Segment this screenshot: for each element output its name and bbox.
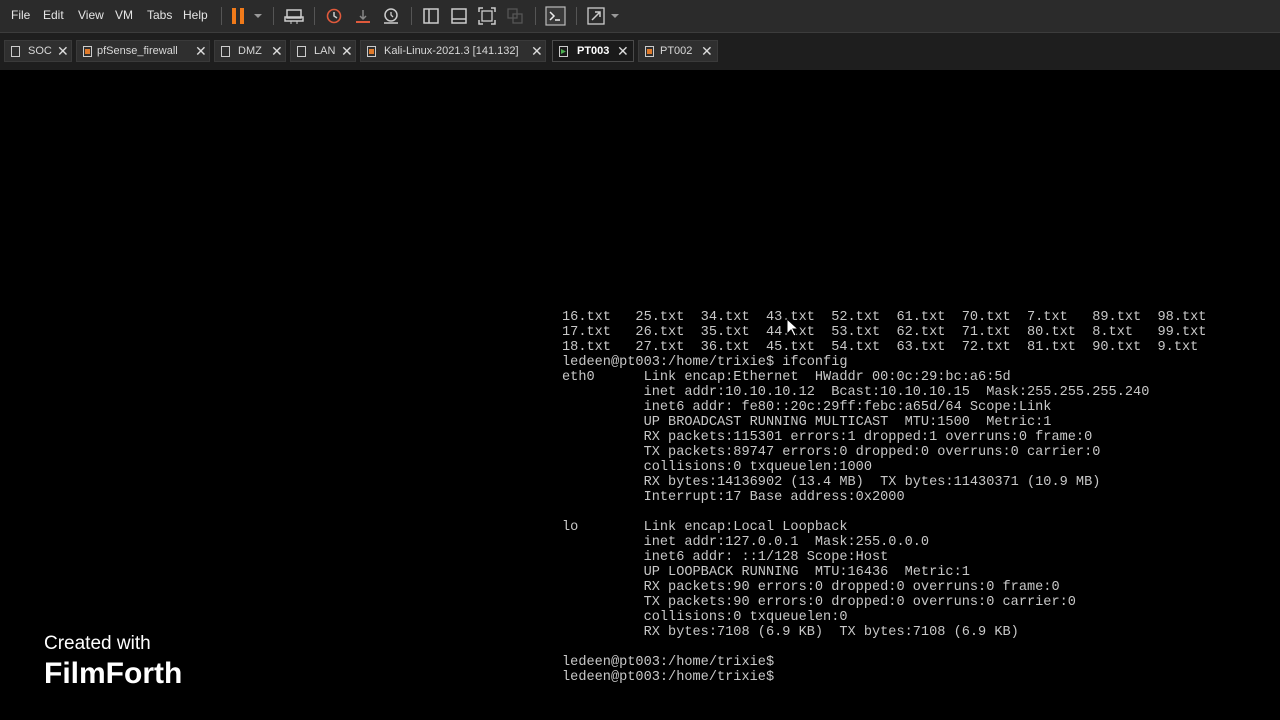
terminal-line: collisions:0 txqueuelen:0 bbox=[562, 610, 848, 625]
terminal-line: UP BROADCAST RUNNING MULTICAST MTU:1500 … bbox=[562, 415, 1052, 430]
tab-label: SOC bbox=[28, 45, 52, 57]
terminal-line: TX packets:89747 errors:0 dropped:0 over… bbox=[562, 445, 1101, 460]
vm-running-icon bbox=[559, 46, 568, 57]
stretch-view-icon[interactable] bbox=[586, 6, 606, 26]
send-ctrl-alt-del-icon[interactable] bbox=[284, 6, 304, 26]
close-icon[interactable]: ✕ bbox=[57, 43, 69, 59]
terminal-line: RX packets:115301 errors:1 dropped:1 ove… bbox=[562, 430, 1093, 445]
vm-page-icon bbox=[645, 46, 654, 57]
tab-pfsense-firewall[interactable]: pfSense_firewall ✕ bbox=[76, 40, 210, 62]
tab-pt002[interactable]: PT002 ✕ bbox=[638, 40, 718, 62]
terminal-line: ledeen@pt003:/home/trixie$ bbox=[562, 670, 775, 685]
close-icon[interactable]: ✕ bbox=[271, 43, 283, 59]
full-screen-icon[interactable] bbox=[477, 6, 497, 26]
library-view-icon[interactable] bbox=[421, 6, 441, 26]
terminal-line: inet addr:10.10.10.12 Bcast:10.10.10.15 … bbox=[562, 385, 1150, 400]
close-icon[interactable]: ✕ bbox=[195, 43, 207, 59]
tab-label: LAN bbox=[314, 45, 336, 57]
menu-tabs[interactable]: Tabs bbox=[147, 8, 172, 22]
terminal-line: TX packets:90 errors:0 dropped:0 overrun… bbox=[562, 595, 1076, 610]
toolbar-separator bbox=[411, 7, 412, 25]
close-icon[interactable]: ✕ bbox=[531, 43, 543, 59]
tab-label: Kali-Linux-2021.3 [141.132] bbox=[384, 45, 519, 57]
menu-file[interactable]: File bbox=[11, 8, 30, 22]
pause-icon[interactable] bbox=[230, 6, 246, 26]
menu-help[interactable]: Help bbox=[183, 8, 208, 22]
snapshot-icon[interactable] bbox=[324, 6, 344, 26]
unity-icon bbox=[507, 8, 523, 24]
terminal-line: 17.txt 26.txt 35.txt 44.txt 53.txt 62.tx… bbox=[562, 325, 1207, 340]
vm-page-icon bbox=[11, 46, 20, 57]
vm-page-icon bbox=[83, 46, 92, 57]
watermark-line1: Created with bbox=[44, 633, 151, 654]
close-icon[interactable]: ✕ bbox=[341, 43, 353, 59]
tab-lan[interactable]: LAN ✕ bbox=[290, 40, 356, 62]
tab-label: pfSense_firewall bbox=[97, 45, 178, 57]
terminal-line: RX bytes:7108 (6.9 KB) TX bytes:7108 (6.… bbox=[562, 625, 1019, 640]
vm-page-icon bbox=[297, 46, 306, 57]
terminal-line: ledeen@pt003:/home/trixie$ ifconfig bbox=[562, 355, 848, 370]
terminal-line: ledeen@pt003:/home/trixie$ bbox=[562, 655, 775, 670]
dropdown-arrow-icon[interactable] bbox=[610, 6, 620, 26]
vm-console[interactable]: 16.txt 25.txt 34.txt 43.txt 52.txt 61.tx… bbox=[0, 70, 1280, 720]
close-icon[interactable]: ✕ bbox=[701, 43, 713, 59]
terminal-line: inet6 addr: ::1/128 Scope:Host bbox=[562, 550, 889, 565]
terminal-line: 16.txt 25.txt 34.txt 43.txt 52.txt 61.tx… bbox=[562, 310, 1207, 325]
toolbar-separator bbox=[221, 7, 222, 25]
terminal-line: Interrupt:17 Base address:0x2000 bbox=[562, 490, 905, 505]
menu-vm[interactable]: VM bbox=[115, 8, 133, 22]
filmforth-watermark: Created with FilmForth bbox=[44, 632, 182, 692]
toolbar-separator bbox=[576, 7, 577, 25]
snapshot-manager-icon[interactable] bbox=[381, 6, 401, 26]
terminal-line: eth0 Link encap:Ethernet HWaddr 00:0c:29… bbox=[562, 370, 1011, 385]
terminal-line: lo Link encap:Local Loopback bbox=[562, 520, 848, 535]
tab-label: PT002 bbox=[660, 45, 693, 57]
console-view-icon[interactable] bbox=[545, 6, 566, 26]
toolbar-separator bbox=[314, 7, 315, 25]
watermark-line2: FilmForth bbox=[44, 657, 183, 690]
terminal-line: RX bytes:14136902 (13.4 MB) TX bytes:114… bbox=[562, 475, 1101, 490]
tab-dmz[interactable]: DMZ ✕ bbox=[214, 40, 286, 62]
tab-bar: SOC ✕ pfSense_firewall ✕ DMZ ✕ LAN ✕ Kal… bbox=[0, 33, 1280, 70]
menu-view[interactable]: View bbox=[78, 8, 104, 22]
tab-label: DMZ bbox=[238, 45, 262, 57]
menu-bar: File Edit View VM Tabs Help bbox=[0, 0, 1280, 33]
terminal-line: collisions:0 txqueuelen:1000 bbox=[562, 460, 872, 475]
thumbnail-bar-icon[interactable] bbox=[449, 6, 469, 26]
toolbar-separator bbox=[273, 7, 274, 25]
tab-label: PT003 bbox=[577, 45, 610, 57]
close-icon[interactable]: ✕ bbox=[617, 43, 629, 59]
terminal-line: inet addr:127.0.0.1 Mask:255.0.0.0 bbox=[562, 535, 930, 550]
toolbar-separator bbox=[535, 7, 536, 25]
tab-soc[interactable]: SOC ✕ bbox=[4, 40, 72, 62]
vm-page-icon bbox=[221, 46, 230, 57]
terminal-output: 16.txt 25.txt 34.txt 43.txt 52.txt 61.tx… bbox=[562, 310, 1206, 685]
tab-pt003[interactable]: PT003 ✕ bbox=[552, 40, 634, 62]
tab-kali-linux[interactable]: Kali-Linux-2021.3 [141.132] ✕ bbox=[360, 40, 546, 62]
vm-page-icon bbox=[367, 46, 376, 57]
terminal-line: 18.txt 27.txt 36.txt 45.txt 54.txt 63.tx… bbox=[562, 340, 1199, 355]
mouse-pointer-icon bbox=[786, 318, 800, 337]
dropdown-arrow-icon[interactable] bbox=[253, 6, 263, 26]
terminal-line: RX packets:90 errors:0 dropped:0 overrun… bbox=[562, 580, 1060, 595]
terminal-line: UP LOOPBACK RUNNING MTU:16436 Metric:1 bbox=[562, 565, 970, 580]
revert-snapshot-icon[interactable] bbox=[353, 6, 373, 26]
menu-edit[interactable]: Edit bbox=[43, 8, 64, 22]
terminal-line: inet6 addr: fe80::20c:29ff:febc:a65d/64 … bbox=[562, 400, 1052, 415]
